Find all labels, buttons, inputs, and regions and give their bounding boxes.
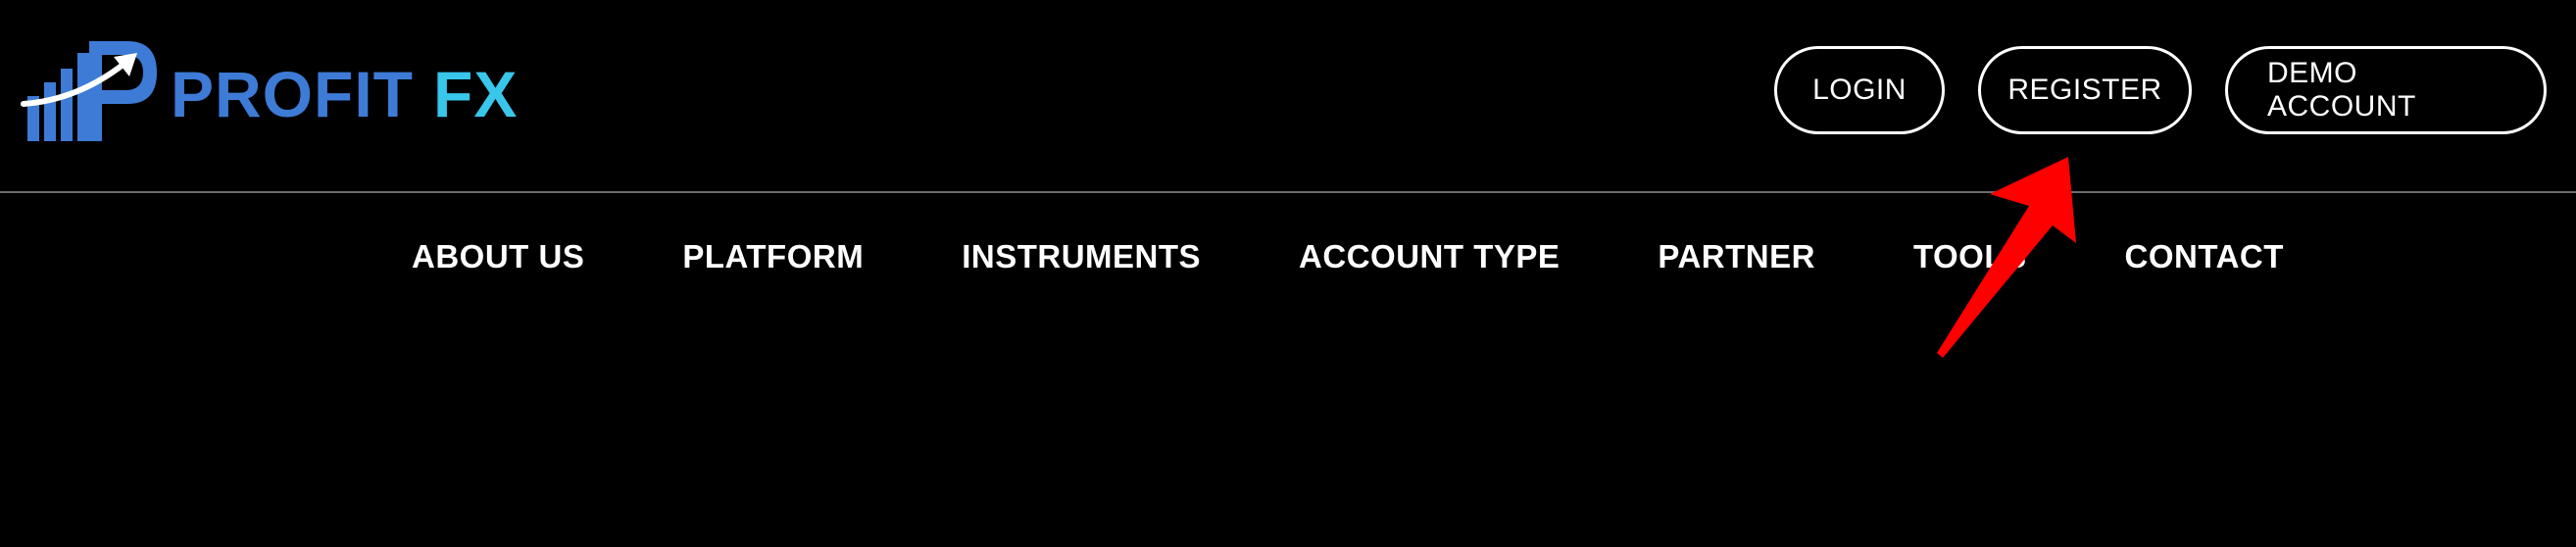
logo-chart-icon — [21, 41, 157, 141]
demo-account-button[interactable]: DEMO ACCOUNT — [2225, 46, 2547, 134]
nav-item-tools[interactable]: TOOLS — [1913, 233, 2027, 280]
main-nav: ABOUT US PLATFORM INSTRUMENTS ACCOUNT TY… — [412, 233, 2284, 280]
nav-item-instruments[interactable]: INSTRUMENTS — [962, 233, 1201, 280]
login-button[interactable]: LOGIN — [1774, 46, 1945, 134]
brand-logo[interactable]: PROFIT FX — [20, 39, 517, 147]
header-divider — [0, 191, 2576, 193]
nav-item-platform[interactable]: PLATFORM — [682, 233, 864, 280]
nav-item-about-us[interactable]: ABOUT US — [412, 233, 584, 280]
nav-item-partner[interactable]: PARTNER — [1658, 233, 1815, 280]
brand-name-part1: PROFIT — [171, 58, 414, 130]
brand-name: PROFIT FX — [171, 55, 518, 133]
auth-buttons: LOGIN REGISTER DEMO ACCOUNT — [1774, 46, 2547, 134]
brand-name-part2: FX — [433, 58, 519, 130]
nav-item-account-type[interactable]: ACCOUNT TYPE — [1299, 233, 1560, 280]
site-header: PROFIT FX LOGIN REGISTER DEMO ACCOUNT — [0, 0, 2576, 192]
register-button[interactable]: REGISTER — [1978, 46, 2192, 134]
nav-item-contact[interactable]: CONTACT — [2125, 233, 2284, 280]
